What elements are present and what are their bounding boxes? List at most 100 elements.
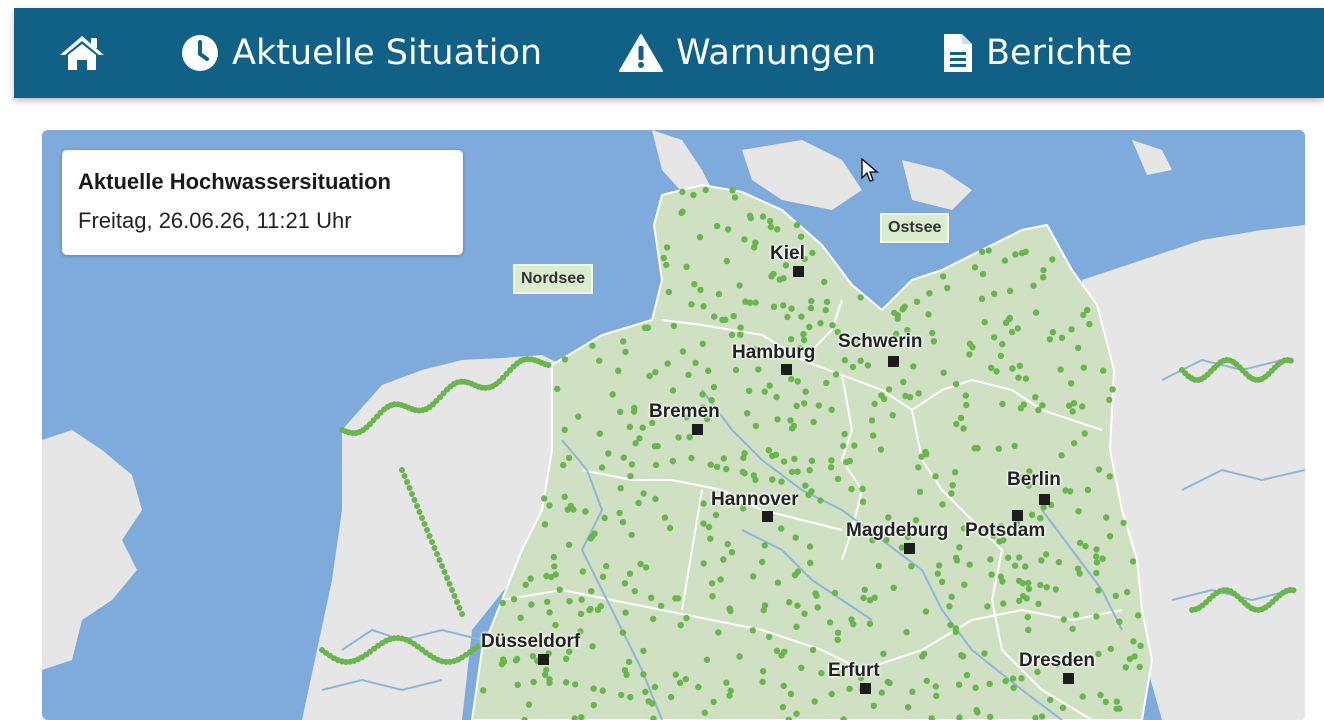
city-marker-schwerin[interactable] (888, 356, 899, 367)
station-dot[interactable] (1010, 675, 1016, 681)
station-dot[interactable] (987, 556, 993, 562)
station-dot[interactable] (670, 458, 676, 464)
station-dot[interactable] (816, 402, 822, 408)
station-dot[interactable] (817, 497, 823, 503)
station-dot[interactable] (915, 390, 921, 396)
station-dot[interactable] (709, 593, 715, 599)
station-dot[interactable] (1081, 365, 1087, 371)
station-dot[interactable] (846, 686, 852, 692)
station-dot[interactable] (859, 486, 865, 492)
station-dot[interactable] (708, 462, 714, 468)
station-dot[interactable] (618, 692, 624, 698)
station-dot[interactable] (1107, 533, 1113, 539)
station-dot[interactable] (622, 609, 628, 615)
station-dot[interactable] (1000, 600, 1006, 606)
station-dot[interactable] (741, 236, 747, 242)
station-dot[interactable] (848, 616, 854, 622)
station-dot[interactable] (683, 615, 689, 621)
station-dot[interactable] (828, 457, 834, 463)
station-dot[interactable] (699, 391, 705, 397)
station-dot[interactable] (1071, 400, 1077, 406)
station-dot[interactable] (622, 349, 628, 355)
station-dot[interactable] (879, 689, 885, 695)
station-dot[interactable] (599, 464, 605, 470)
station-dot[interactable] (987, 681, 993, 687)
station-dot[interactable] (956, 682, 962, 688)
station-dot[interactable] (907, 394, 913, 400)
station-dot[interactable] (940, 273, 946, 279)
station-dot[interactable] (528, 601, 534, 607)
station-dot[interactable] (1120, 520, 1126, 526)
station-dot[interactable] (935, 571, 941, 577)
station-dot[interactable] (598, 603, 604, 609)
station-dot[interactable] (1071, 440, 1077, 446)
station-dot[interactable] (563, 679, 569, 685)
city-marker-potsdam[interactable] (1012, 510, 1023, 521)
station-dot[interactable] (768, 273, 774, 279)
station-dot[interactable] (596, 358, 602, 364)
station-dot[interactable] (750, 573, 756, 579)
station-dot[interactable] (1093, 570, 1099, 576)
station-dot[interactable] (1018, 675, 1024, 681)
station-dot[interactable] (1137, 643, 1143, 649)
station-dot[interactable] (736, 653, 742, 659)
station-dot[interactable] (1015, 375, 1021, 381)
station-dot[interactable] (871, 401, 877, 407)
station-dot[interactable] (872, 595, 878, 601)
station-dot[interactable] (1023, 249, 1029, 255)
station-dot[interactable] (1135, 612, 1141, 618)
station-dot[interactable] (578, 611, 584, 617)
station-dot[interactable] (673, 672, 679, 678)
station-dot[interactable] (759, 679, 765, 685)
station-dot[interactable] (1038, 557, 1044, 563)
station-dot[interactable] (1093, 546, 1099, 552)
station-dot[interactable] (988, 571, 994, 577)
station-dot[interactable] (1018, 405, 1024, 411)
station-dot[interactable] (653, 462, 659, 468)
station-dot[interactable] (768, 224, 774, 230)
station-dot[interactable] (1095, 651, 1101, 657)
station-dot[interactable] (578, 597, 584, 603)
station-dot[interactable] (1017, 363, 1023, 369)
station-dot[interactable] (444, 575, 450, 581)
station-dot[interactable] (858, 358, 864, 364)
station-dot[interactable] (956, 544, 962, 550)
station-dot[interactable] (620, 338, 626, 344)
station-dot[interactable] (902, 304, 908, 310)
station-dot[interactable] (867, 621, 873, 627)
station-dot[interactable] (588, 588, 594, 594)
station-dot[interactable] (1114, 698, 1120, 704)
station-dot[interactable] (422, 521, 428, 527)
station-dot[interactable] (442, 569, 448, 575)
station-dot[interactable] (960, 653, 966, 659)
station-dot[interactable] (562, 427, 568, 433)
station-dot[interactable] (591, 702, 597, 708)
station-dot[interactable] (402, 473, 408, 479)
station-dot[interactable] (908, 563, 914, 569)
station-dot[interactable] (793, 534, 799, 540)
station-dot[interactable] (683, 676, 689, 682)
station-dot[interactable] (766, 634, 772, 640)
city-marker-duesseldorf[interactable] (538, 654, 549, 665)
station-dot[interactable] (798, 665, 804, 671)
station-dot[interactable] (590, 533, 596, 539)
station-dot[interactable] (915, 464, 921, 470)
station-dot[interactable] (1009, 365, 1015, 371)
station-dot[interactable] (973, 707, 979, 713)
station-dot[interactable] (802, 389, 808, 395)
station-dot[interactable] (627, 694, 633, 700)
station-dot[interactable] (427, 533, 433, 539)
station-dot[interactable] (1022, 563, 1028, 569)
station-dot[interactable] (1035, 601, 1041, 607)
station-dot[interactable] (1020, 580, 1026, 586)
station-dot[interactable] (1057, 366, 1063, 372)
station-dot[interactable] (704, 657, 710, 663)
station-dot[interactable] (688, 301, 694, 307)
station-dot[interactable] (1070, 626, 1076, 632)
station-dot[interactable] (1067, 488, 1073, 494)
station-dot[interactable] (829, 322, 835, 328)
station-dot[interactable] (1060, 705, 1066, 711)
station-dot[interactable] (869, 417, 875, 423)
station-dot[interactable] (843, 459, 849, 465)
city-marker-hamburg[interactable] (781, 364, 792, 375)
